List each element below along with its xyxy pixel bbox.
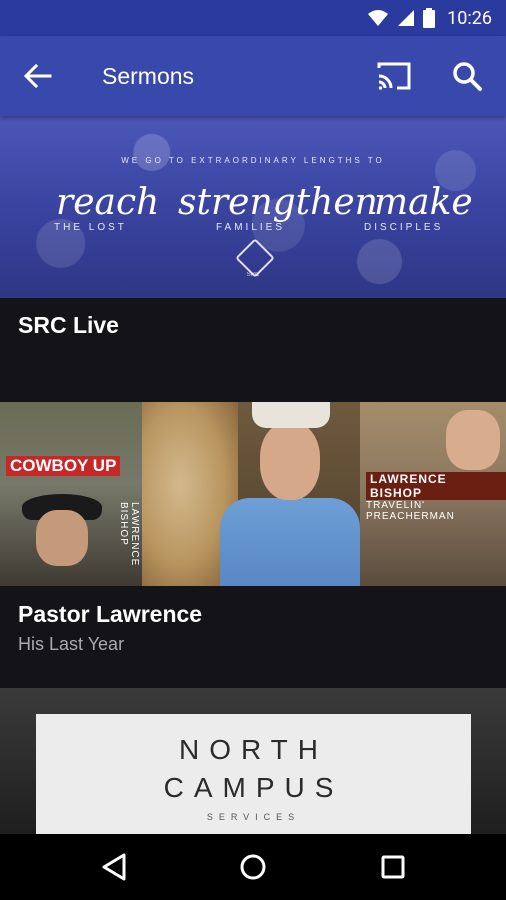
system-nav-bar: [0, 834, 506, 900]
cowboy-up-cover-image: COWBOY UP LAWRENCE BISHOP: [0, 402, 142, 586]
face-shape: [36, 510, 88, 566]
nav-home-icon[interactable]: [238, 852, 268, 882]
sermon-title-pastor-lawrence[interactable]: Pastor Lawrence: [18, 601, 202, 628]
app-bar: Sermons: [0, 36, 506, 116]
banner-line-campus: CAMPUS: [163, 772, 344, 803]
sermon-title-src-live[interactable]: SRC Live: [18, 312, 119, 339]
sermon-subtitle: His Last Year: [18, 634, 125, 654]
cover-name-text: LAWRENCE BISHOP: [366, 472, 506, 500]
signal-icon: [398, 10, 415, 26]
banner-line-services: SERVICES: [206, 812, 301, 822]
banner-word-reach: reach: [56, 182, 160, 223]
banner-sub-disciples: DISCIPLES: [364, 222, 444, 233]
cast-icon[interactable]: [376, 60, 412, 92]
banner-sub-families: FAMILIES: [216, 222, 286, 233]
search-icon[interactable]: [451, 60, 483, 92]
shirt-shape: [220, 498, 360, 586]
wifi-icon: [368, 10, 389, 26]
cover-title-text: TRAVELIN' PREACHERMAN: [366, 500, 455, 522]
preacherman-cover-image: LAWRENCE BISHOP TRAVELIN' PREACHERMAN: [360, 402, 506, 586]
status-bar: 10:26: [0, 0, 506, 36]
banner-word-strengthen: strengthen: [178, 182, 378, 223]
vertical-name-text: LAWRENCE BISHOP: [118, 502, 140, 567]
pastor-with-horse-image: [142, 402, 360, 586]
banner-sub-the-lost: THE LOST: [54, 222, 127, 233]
nav-back-icon[interactable]: [100, 852, 130, 882]
banner-tagline: WE GO TO EXTRAORDINARY LENGTHS TO: [121, 156, 385, 165]
north-campus-banner[interactable]: NORTH CAMPUS SERVICES: [0, 688, 506, 834]
battery-icon: [423, 8, 436, 28]
church-logo-text: SRC: [246, 272, 260, 278]
status-time: 10:26: [447, 7, 492, 29]
north-campus-card: NORTH CAMPUS SERVICES: [36, 714, 471, 834]
banner-word-make: make: [374, 182, 473, 223]
cowboy-up-text: COWBOY UP: [6, 456, 121, 476]
pastor-face-shape: [260, 422, 320, 500]
cover-face-shape: [446, 410, 500, 470]
src-live-banner[interactable]: WE GO TO EXTRAORDINARY LENGTHS TO reach …: [0, 116, 506, 298]
pastor-hat-shape: [252, 402, 330, 428]
pastor-lawrence-banner[interactable]: COWBOY UP LAWRENCE BISHOP LAWRENCE BISHO…: [0, 402, 506, 586]
page-title: Sermons: [102, 63, 195, 89]
banner-line-north: NORTH: [178, 734, 329, 765]
nav-recents-icon[interactable]: [378, 852, 408, 882]
status-icons: 10:26: [367, 0, 492, 36]
back-arrow-icon[interactable]: [22, 62, 52, 90]
